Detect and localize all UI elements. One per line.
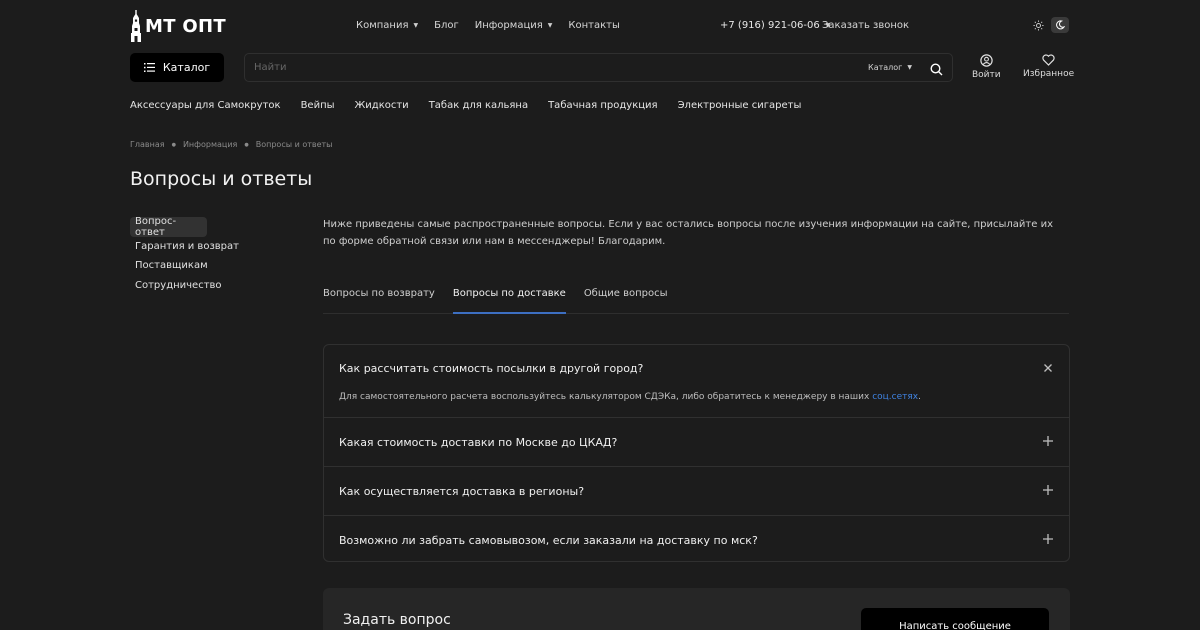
expand-button[interactable] (1041, 434, 1055, 448)
topnav-label: Компания (356, 20, 409, 31)
page: МТ ОПТ Компания ▼ Блог Информация ▼ Конт… (0, 0, 1200, 630)
topnav-item-contacts[interactable]: Контакты (568, 20, 619, 31)
login-label: Войти (972, 70, 1001, 80)
category-nav: Аксессуары для Самокруток Вейпы Жидкости… (130, 100, 801, 111)
category-item[interactable]: Жидкости (355, 100, 409, 111)
search-category-label: Каталог (868, 63, 903, 72)
catalog-button-label: Каталог (162, 61, 211, 74)
tower-logo-icon (131, 10, 141, 42)
phone-text: +7 (916) 921-06-06 (720, 20, 820, 31)
faq-item: Возможно ли забрать самовывозом, если за… (324, 516, 1069, 561)
plus-icon (1043, 485, 1053, 495)
caret-down-icon: ▼ (413, 22, 419, 29)
category-item[interactable]: Табачная продукция (548, 100, 658, 111)
favorites-label: Избранное (1023, 69, 1075, 79)
breadcrumb-separator-icon: ● (171, 141, 176, 148)
intro-text: Ниже приведены самые распространенные во… (323, 219, 1053, 247)
plus-icon (1043, 534, 1053, 544)
theme-switch (1029, 17, 1069, 33)
topnav-label: Информация (474, 20, 543, 31)
top-nav: Компания ▼ Блог Информация ▼ Контакты (356, 20, 620, 31)
sidebar-item-faq[interactable]: Вопрос-ответ (130, 216, 207, 238)
logo[interactable]: МТ ОПТ (130, 10, 226, 42)
faq-answer: Для самостоятельного расчета воспользуйт… (324, 392, 1069, 417)
faq-answer-end: . (918, 392, 921, 402)
caret-down-icon: ▼ (547, 22, 553, 29)
ask-question-title: Задать вопрос (343, 612, 451, 628)
search-icon (930, 63, 943, 76)
sidebar-item-suppliers[interactable]: Поставщикам (130, 256, 290, 276)
tab-returns[interactable]: Вопросы по возврату (323, 285, 435, 314)
write-message-button[interactable]: Написать сообщение (861, 608, 1049, 630)
expand-button[interactable] (1041, 483, 1055, 497)
expand-button[interactable] (1041, 532, 1055, 546)
search-category-select[interactable]: Каталог ▼ (868, 63, 912, 72)
catalog-button[interactable]: Каталог (130, 53, 224, 82)
search-button[interactable] (930, 61, 943, 80)
category-item[interactable]: Аксессуары для Самокруток (130, 100, 281, 111)
breadcrumb-separator-icon: ● (244, 141, 249, 148)
faq-item: Как рассчитать стоимость посылки в друго… (324, 345, 1069, 418)
tab-delivery[interactable]: Вопросы по доставке (452, 285, 566, 314)
faq-answer-text: Для самостоятельного расчета воспользуйт… (339, 392, 873, 402)
caret-down-icon: ▼ (907, 64, 912, 71)
menu-icon (143, 63, 155, 72)
faq-question[interactable]: Как рассчитать стоимость посылки в друго… (324, 345, 1069, 392)
sidebar-item-cooperation[interactable]: Сотрудничество (130, 276, 290, 296)
faq-item: Какая стоимость доставки по Москве до ЦК… (324, 418, 1069, 467)
search-input[interactable] (254, 54, 854, 81)
heart-icon (1042, 54, 1055, 66)
search-bar: Каталог ▼ (244, 53, 953, 82)
faq-question[interactable]: Как осуществляется доставка в регионы? (324, 467, 1069, 515)
category-item[interactable]: Табак для кальяна (429, 100, 528, 111)
category-item[interactable]: Электронные сигареты (678, 100, 802, 111)
breadcrumb: Главная ● Информация ● Вопросы и ответы (130, 140, 333, 149)
sidebar-item-warranty[interactable]: Гарантия и возврат (130, 237, 290, 257)
sun-icon (1032, 19, 1044, 31)
close-icon (1044, 364, 1052, 372)
breadcrumb-item-current: Вопросы и ответы (255, 140, 333, 149)
logo-text: МТ ОПТ (145, 15, 226, 37)
faq-accordion: Как рассчитать стоимость посылки в друго… (323, 344, 1070, 562)
breadcrumb-item[interactable]: Главная (130, 140, 165, 149)
login-button[interactable]: Войти (972, 54, 1001, 80)
breadcrumb-item[interactable]: Информация (183, 140, 237, 149)
tab-general[interactable]: Общие вопросы (584, 285, 668, 314)
collapse-button[interactable] (1041, 361, 1055, 375)
category-item[interactable]: Вейпы (301, 100, 335, 111)
ask-question-panel: Задать вопрос Написать сообщение (323, 588, 1070, 630)
topnav-label: Блог (434, 20, 459, 31)
favorites-button[interactable]: Избранное (1023, 54, 1074, 79)
faq-item: Как осуществляется доставка в регионы? (324, 467, 1069, 516)
topnav-item-blog[interactable]: Блог (434, 20, 459, 31)
sidebar: Вопрос-ответ Гарантия и возврат Поставщи… (130, 216, 290, 296)
user-icon (980, 54, 993, 67)
moon-icon (1056, 20, 1065, 30)
topnav-item-company[interactable]: Компания ▼ (356, 20, 418, 31)
page-title: Вопросы и ответы (130, 168, 313, 190)
social-link[interactable]: соц.сетях (872, 392, 918, 402)
topnav-label: Контакты (568, 20, 620, 31)
dark-theme-button[interactable] (1051, 17, 1069, 33)
faq-question[interactable]: Возможно ли забрать самовывозом, если за… (324, 516, 1069, 561)
plus-icon (1043, 436, 1053, 446)
phone-number[interactable]: +7 (916) 921-06-06 ▼ (720, 20, 830, 31)
topnav-item-info[interactable]: Информация ▼ (475, 20, 553, 31)
faq-question[interactable]: Какая стоимость доставки по Москве до ЦК… (324, 418, 1069, 466)
light-theme-button[interactable] (1029, 17, 1047, 33)
callback-link[interactable]: Заказать звонок (822, 20, 909, 31)
faq-tabs: Вопросы по возврату Вопросы по доставке … (323, 285, 1069, 314)
